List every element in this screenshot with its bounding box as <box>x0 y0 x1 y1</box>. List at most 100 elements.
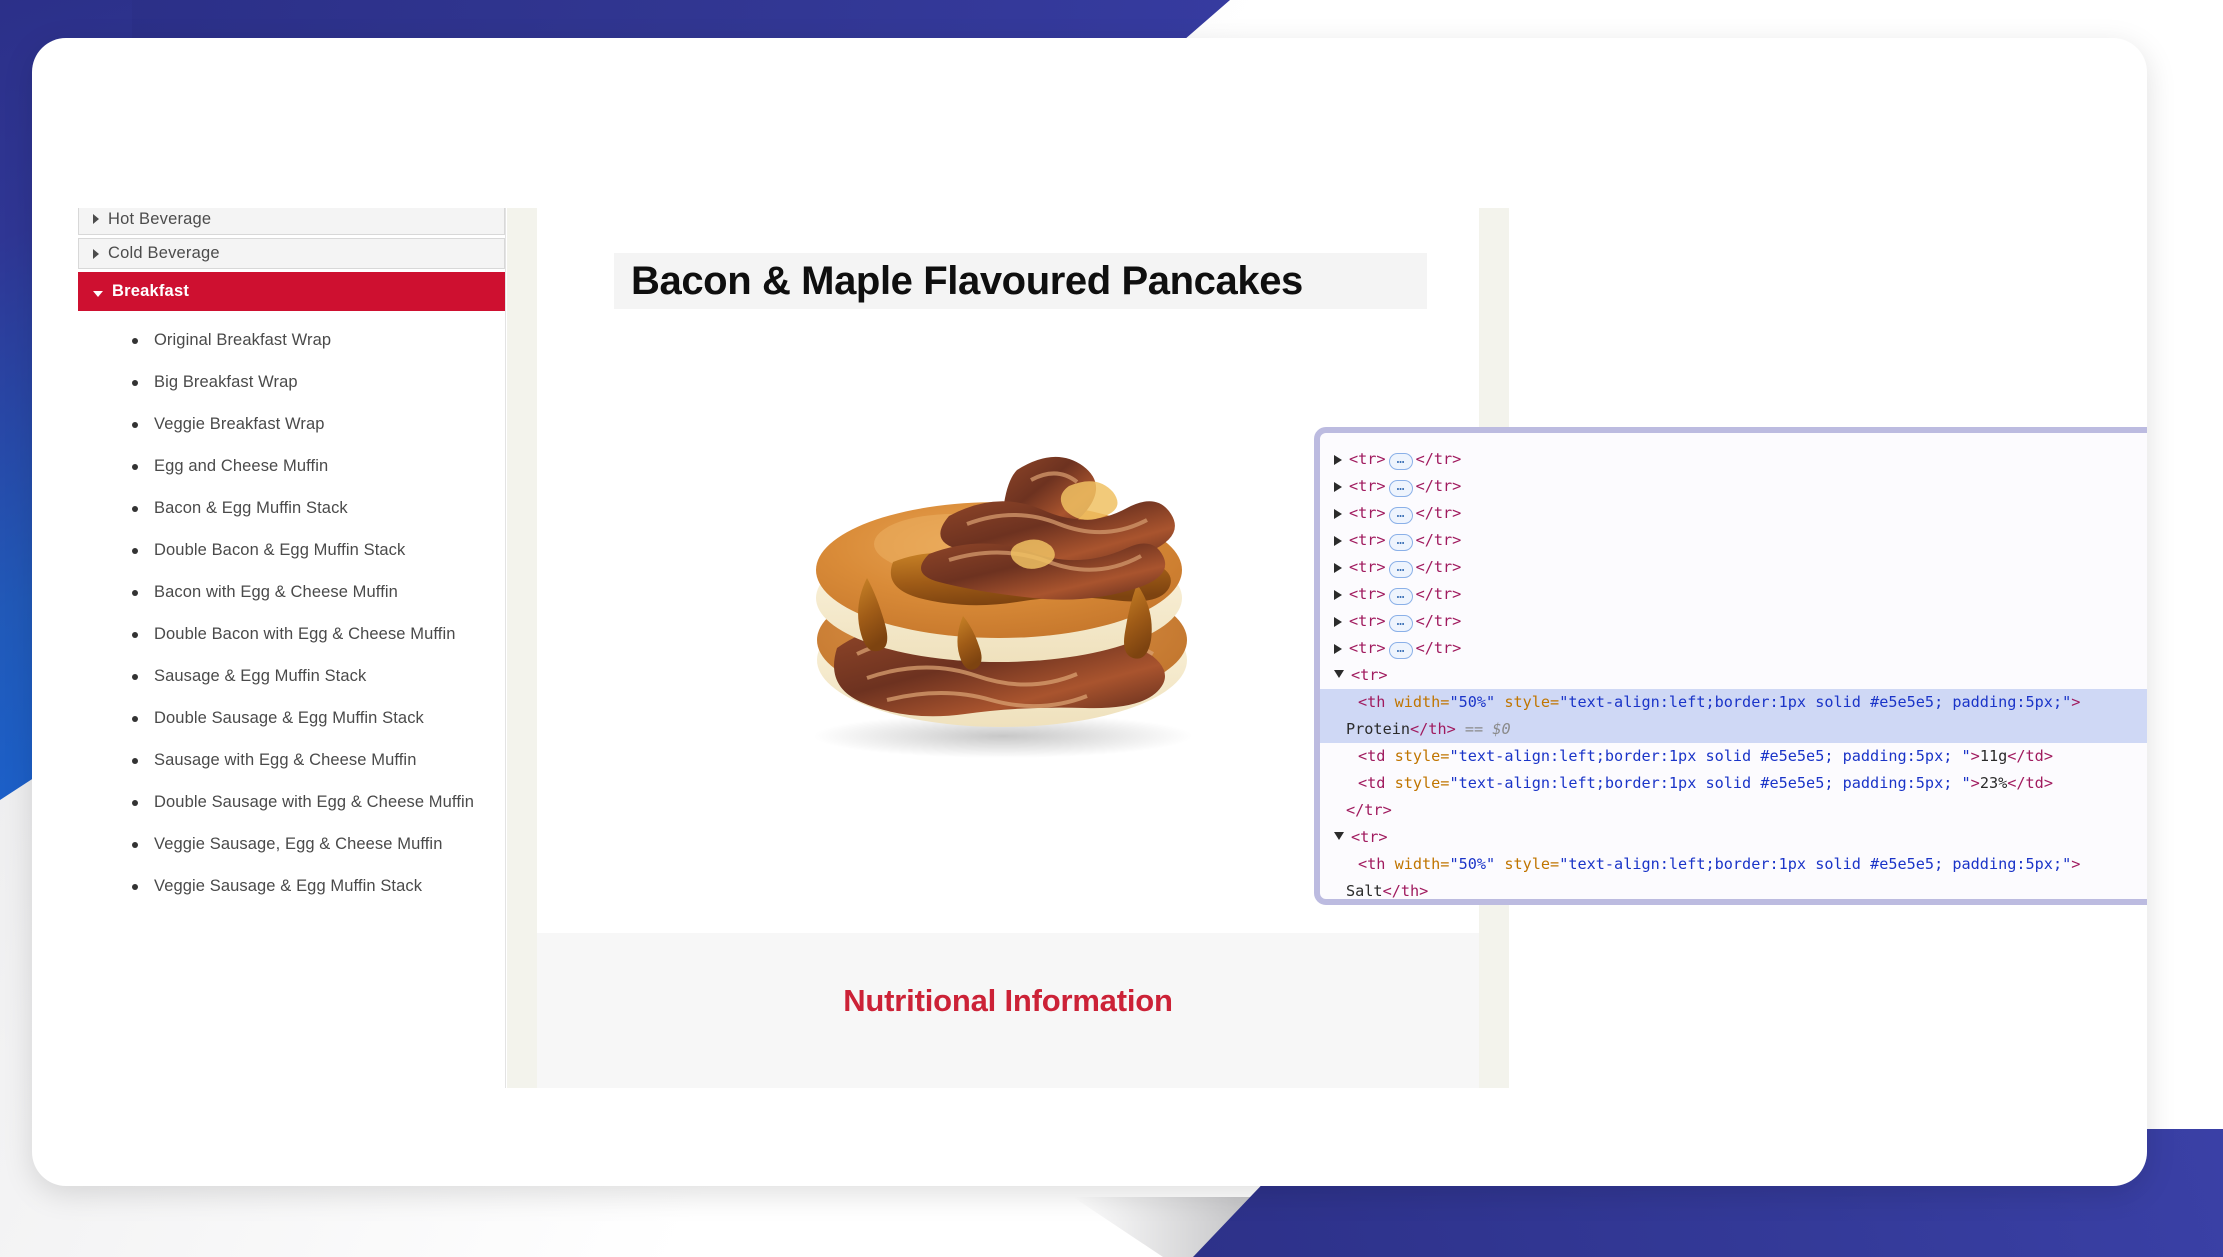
page-backdrop: Hot Beverage Cold Beverage Breakfast Ori… <box>0 0 2223 1257</box>
list-item[interactable]: Veggie Sausage & Egg Muffin Stack <box>132 875 485 898</box>
th-text: Protein <box>1346 720 1411 738</box>
triangle-down-icon <box>93 290 103 297</box>
sidebar-accordion-breakfast[interactable]: Breakfast <box>78 272 505 311</box>
ellipsis-icon[interactable]: … <box>1388 561 1413 578</box>
th-attr-style-name: style= <box>1495 693 1560 711</box>
td-tag-close: </td> <box>2007 747 2053 765</box>
triangle-right-icon[interactable] <box>1334 509 1342 519</box>
triangle-down-icon[interactable] <box>1334 670 1344 678</box>
list-item[interactable]: Bacon with Egg & Cheese Muffin <box>132 581 485 604</box>
td-bracket: > <box>1970 747 1980 765</box>
devtools-expanded-tr-row-salt[interactable]: <tr> <box>1320 824 2147 851</box>
list-item[interactable]: Sausage with Egg & Cheese Muffin <box>132 749 485 772</box>
tag-open: <tr> <box>1349 639 1386 657</box>
devtools-dom-tree[interactable]: <tr>… </tr> <tr>… </tr> <tr>… </tr> <tr>… </… <box>1320 433 2147 899</box>
td-tag-open: <td <box>1358 774 1395 792</box>
th-tag-open: <th <box>1358 855 1395 873</box>
devtools-row-clipped-top <box>1320 433 2147 446</box>
triangle-right-icon[interactable] <box>1334 482 1342 492</box>
triangle-right-icon[interactable] <box>1334 590 1342 600</box>
list-item[interactable]: Bacon & Egg Muffin Stack <box>132 497 485 520</box>
th-attr-style-value: "text-align:left;border:1px solid #e5e5e… <box>1559 693 2072 711</box>
triangle-right-icon[interactable] <box>1334 617 1342 627</box>
list-item[interactable]: Double Bacon with Egg & Cheese Muffin <box>132 623 485 646</box>
devtools-row-close-tr: </tr> <box>1320 797 2147 824</box>
list-item[interactable]: Veggie Breakfast Wrap <box>132 413 485 436</box>
devtools-collapsed-tr-row[interactable]: <tr>… </tr> <box>1320 446 2147 473</box>
list-item[interactable]: Double Sausage & Egg Muffin Stack <box>132 707 485 730</box>
th-bracket: > <box>2071 855 2081 873</box>
nutritional-information-heading: Nutritional Information <box>843 983 1173 1018</box>
tag-open: <tr> <box>1349 504 1386 522</box>
tag-open: <tr> <box>1349 450 1386 468</box>
menu-item-label: Double Sausage & Egg Muffin Stack <box>154 709 424 727</box>
list-item[interactable]: Sausage & Egg Muffin Stack <box>132 665 485 688</box>
sidebar-accordion-label: Breakfast <box>112 282 190 300</box>
browser-card: Hot Beverage Cold Beverage Breakfast Ori… <box>32 38 2147 1186</box>
tag-close: </tr> <box>1415 531 1462 549</box>
list-item[interactable]: Original Breakfast Wrap <box>132 329 485 352</box>
tag-open: <tr> <box>1349 531 1386 549</box>
sidebar-accordion-label: Hot Beverage <box>108 209 212 228</box>
list-item[interactable]: Big Breakfast Wrap <box>132 371 485 394</box>
tag-close: </tr> <box>1415 477 1462 495</box>
devtools-collapsed-tr-row[interactable]: <tr>… </tr> <box>1320 554 2147 581</box>
triangle-right-icon[interactable] <box>1334 644 1342 654</box>
ellipsis-icon[interactable]: … <box>1388 480 1413 497</box>
th-attr-style-value: "text-align:left;border:1px solid #e5e5e… <box>1559 855 2072 873</box>
ellipsis-icon[interactable]: … <box>1388 453 1413 470</box>
devtools-collapsed-tr-row[interactable]: <tr>… </tr> <box>1320 500 2147 527</box>
sidebar-accordion-hot-beverage[interactable]: Hot Beverage <box>78 208 505 235</box>
tag-open: <tr> <box>1349 477 1386 495</box>
tag-open: <tr> <box>1351 666 1388 684</box>
triangle-right-icon[interactable] <box>1334 563 1342 573</box>
menu-item-label: Bacon with Egg & Cheese Muffin <box>154 583 398 601</box>
devtools-collapsed-tr-row[interactable]: <tr>… </tr> <box>1320 473 2147 500</box>
category-sidebar: Hot Beverage Cold Beverage Breakfast Ori… <box>78 208 506 1088</box>
tag-open: <tr> <box>1351 828 1388 846</box>
td-attr-style-name: style= <box>1394 747 1450 765</box>
triangle-right-icon[interactable] <box>1334 455 1342 465</box>
devtools-expanded-tr-row-protein[interactable]: <tr> <box>1320 662 2147 689</box>
list-item[interactable]: Double Bacon & Egg Muffin Stack <box>132 539 485 562</box>
triangle-right-icon[interactable] <box>1334 536 1342 546</box>
triangle-right-icon <box>93 214 99 224</box>
td-bracket: > <box>1970 774 1980 792</box>
ellipsis-icon[interactable]: … <box>1388 588 1413 605</box>
devtools-elements-panel[interactable]: <tr>… </tr> <tr>… </tr> <tr>… </tr> <tr>… </… <box>1314 427 2147 905</box>
tag-close: </tr> <box>1346 801 1392 819</box>
th-attr-width-value: "50%" <box>1449 855 1496 873</box>
devtools-collapsed-tr-row[interactable]: <tr>… </tr> <box>1320 608 2147 635</box>
breakfast-menu-list: Original Breakfast Wrap Big Breakfast Wr… <box>78 329 505 898</box>
list-item[interactable]: Egg and Cheese Muffin <box>132 455 485 478</box>
menu-item-label: Double Bacon & Egg Muffin Stack <box>154 541 406 559</box>
devtools-node-th-salt-text[interactable]: Salt</th> <box>1320 878 2147 899</box>
selected-node-reference: == $0 <box>1464 720 1511 738</box>
sidebar-accordion-cold-beverage[interactable]: Cold Beverage <box>78 238 505 269</box>
product-title-band: Bacon & Maple Flavoured Pancakes <box>614 253 1427 309</box>
td-text-protein-percent: 23% <box>1979 774 2008 792</box>
devtools-collapsed-tr-row[interactable]: <tr>… </tr> <box>1320 635 2147 662</box>
menu-item-label: Sausage & Egg Muffin Stack <box>154 667 367 685</box>
list-item[interactable]: Double Sausage with Egg & Cheese Muffin <box>132 791 485 814</box>
tag-close: </tr> <box>1415 504 1462 522</box>
devtools-selected-node-th-protein-text[interactable]: Protein</th> == $0 <box>1320 716 2147 743</box>
devtools-collapsed-tr-row[interactable]: <tr>… </tr> <box>1320 581 2147 608</box>
tag-open: <tr> <box>1349 585 1386 603</box>
ellipsis-icon[interactable]: … <box>1388 507 1413 524</box>
triangle-down-icon[interactable] <box>1334 832 1344 840</box>
list-item[interactable]: Veggie Sausage, Egg & Cheese Muffin <box>132 833 485 856</box>
ellipsis-icon[interactable]: … <box>1388 534 1413 551</box>
ellipsis-icon[interactable]: … <box>1388 642 1413 659</box>
tag-close: </tr> <box>1415 585 1462 603</box>
devtools-node-td-protein-percent[interactable]: <td style="text-align:left;border:1px so… <box>1320 770 2147 797</box>
devtools-node-td-protein-grams[interactable]: <td style="text-align:left;border:1px so… <box>1320 743 2147 770</box>
product-image <box>813 456 1193 758</box>
devtools-node-th-salt[interactable]: <th width="50%" style="text-align:left;b… <box>1320 851 2147 878</box>
menu-item-label: Double Bacon with Egg & Cheese Muffin <box>154 625 456 643</box>
devtools-selected-node-th-protein[interactable]: <th width="50%" style="text-align:left;b… <box>1320 689 2147 716</box>
devtools-collapsed-tr-row[interactable]: <tr>… </tr> <box>1320 527 2147 554</box>
th-tag-close: </th> <box>1410 720 1456 738</box>
tag-open: <tr> <box>1349 558 1386 576</box>
ellipsis-icon[interactable]: … <box>1388 615 1413 632</box>
